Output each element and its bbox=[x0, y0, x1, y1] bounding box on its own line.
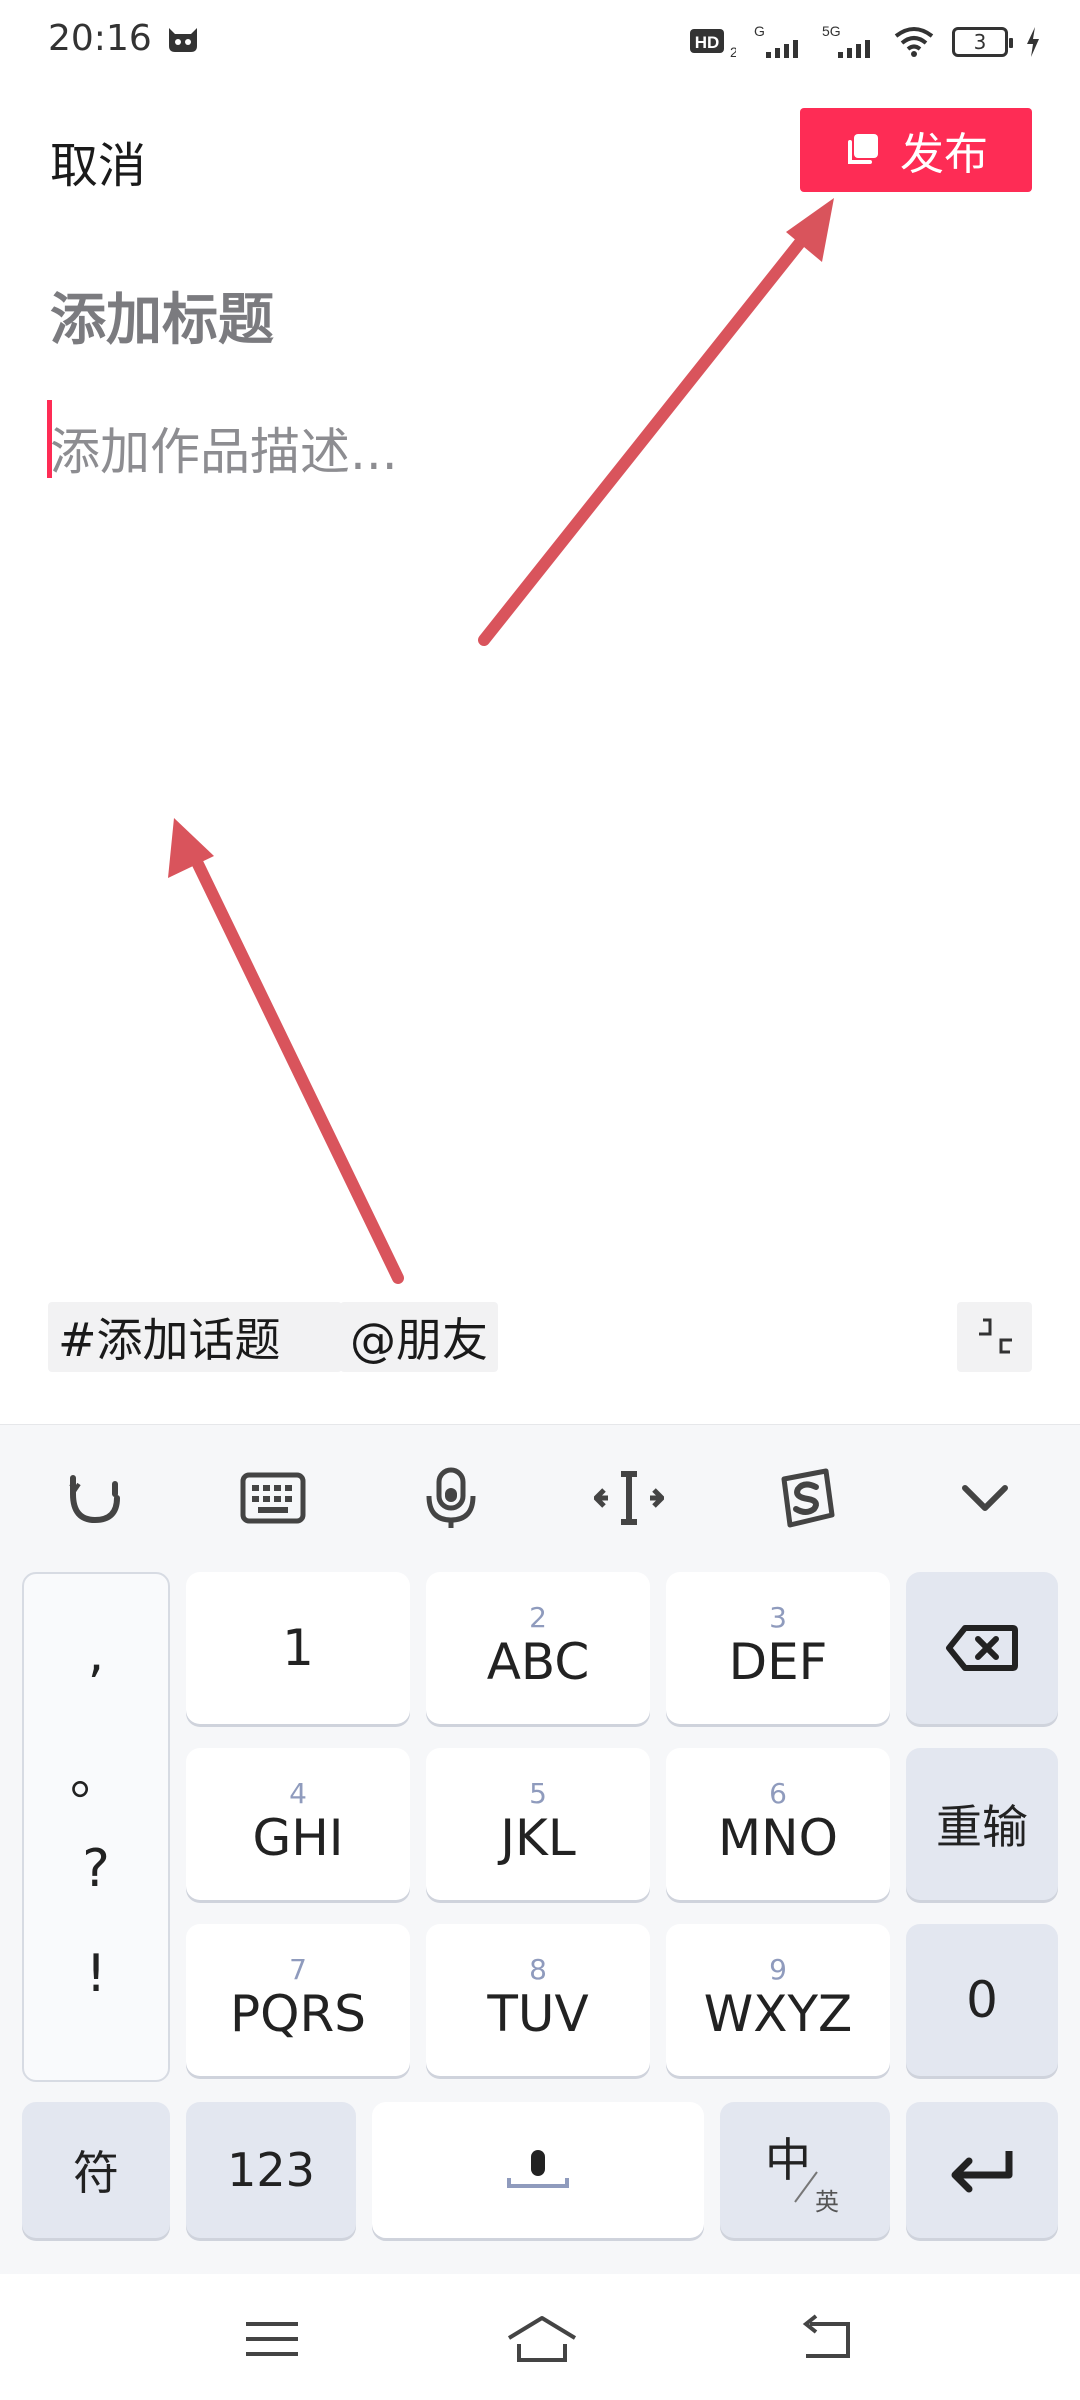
slash-icon bbox=[794, 2171, 818, 2203]
punct-question[interactable]: ? bbox=[24, 1839, 168, 1899]
key-5-jkl[interactable]: 5 JKL bbox=[426, 1748, 650, 1900]
key-2-abc[interactable]: 2 ABC bbox=[426, 1572, 650, 1724]
arrow-to-publish bbox=[478, 224, 816, 646]
symbols-key[interactable]: 符 bbox=[22, 2102, 170, 2238]
keyboard-toolbar bbox=[0, 1425, 1080, 1555]
emoji-icon[interactable] bbox=[60, 1463, 130, 1533]
punct-exclaim[interactable]: ! bbox=[24, 1944, 168, 2004]
add-topic-chip[interactable]: #添加话题 bbox=[48, 1302, 342, 1372]
back-icon[interactable] bbox=[796, 2314, 856, 2364]
menu-icon[interactable] bbox=[242, 2314, 302, 2364]
home-icon[interactable] bbox=[505, 2314, 579, 2364]
language-switch-key[interactable]: 中 英 bbox=[720, 2102, 890, 2238]
annotation-arrows bbox=[168, 198, 834, 1284]
arrow-to-editor bbox=[190, 854, 404, 1284]
lang-sub: 英 bbox=[815, 2188, 839, 2216]
backspace-icon bbox=[946, 1625, 1018, 1671]
collapse-button[interactable] bbox=[957, 1302, 1032, 1372]
collapse-icon bbox=[979, 1318, 1012, 1354]
key-3-def[interactable]: 3 DEF bbox=[666, 1572, 890, 1724]
enter-icon bbox=[951, 2151, 1013, 2193]
chevron-down-icon[interactable] bbox=[950, 1463, 1020, 1533]
reset-key[interactable]: 重输 bbox=[906, 1748, 1058, 1900]
navigation-bar bbox=[0, 2274, 1080, 2400]
keyboard-icon[interactable] bbox=[238, 1463, 308, 1533]
arrow-to-editor-head bbox=[168, 818, 214, 878]
key-9-wxyz[interactable]: 9 WXYZ bbox=[666, 1924, 890, 2076]
voice-space-icon bbox=[507, 2150, 569, 2188]
punct-period[interactable]: 。 bbox=[24, 1734, 168, 1809]
key-7-pqrs[interactable]: 7 PQRS bbox=[186, 1924, 410, 2076]
punctuation-column[interactable]: , 。 ? ! bbox=[22, 1572, 170, 2082]
space-key[interactable] bbox=[372, 2102, 704, 2238]
backspace-key[interactable] bbox=[906, 1572, 1058, 1724]
cursor-move-icon[interactable] bbox=[594, 1463, 664, 1533]
key-0[interactable]: 0 bbox=[906, 1924, 1058, 2076]
sogou-icon[interactable] bbox=[772, 1463, 842, 1533]
key-8-tuv[interactable]: 8 TUV bbox=[426, 1924, 650, 2076]
enter-key[interactable] bbox=[906, 2102, 1058, 2238]
key-1[interactable]: 1 bbox=[186, 1572, 410, 1724]
mention-friend-chip[interactable]: @朋友 bbox=[340, 1302, 498, 1372]
numbers-key[interactable]: 123 bbox=[186, 2102, 356, 2238]
key-4-ghi[interactable]: 4 GHI bbox=[186, 1748, 410, 1900]
lang-switch-inner: 中 英 bbox=[755, 2120, 855, 2220]
punct-comma[interactable]: , bbox=[24, 1624, 168, 1684]
key-6-mno[interactable]: 6 MNO bbox=[666, 1748, 890, 1900]
microphone-icon[interactable] bbox=[416, 1463, 486, 1533]
